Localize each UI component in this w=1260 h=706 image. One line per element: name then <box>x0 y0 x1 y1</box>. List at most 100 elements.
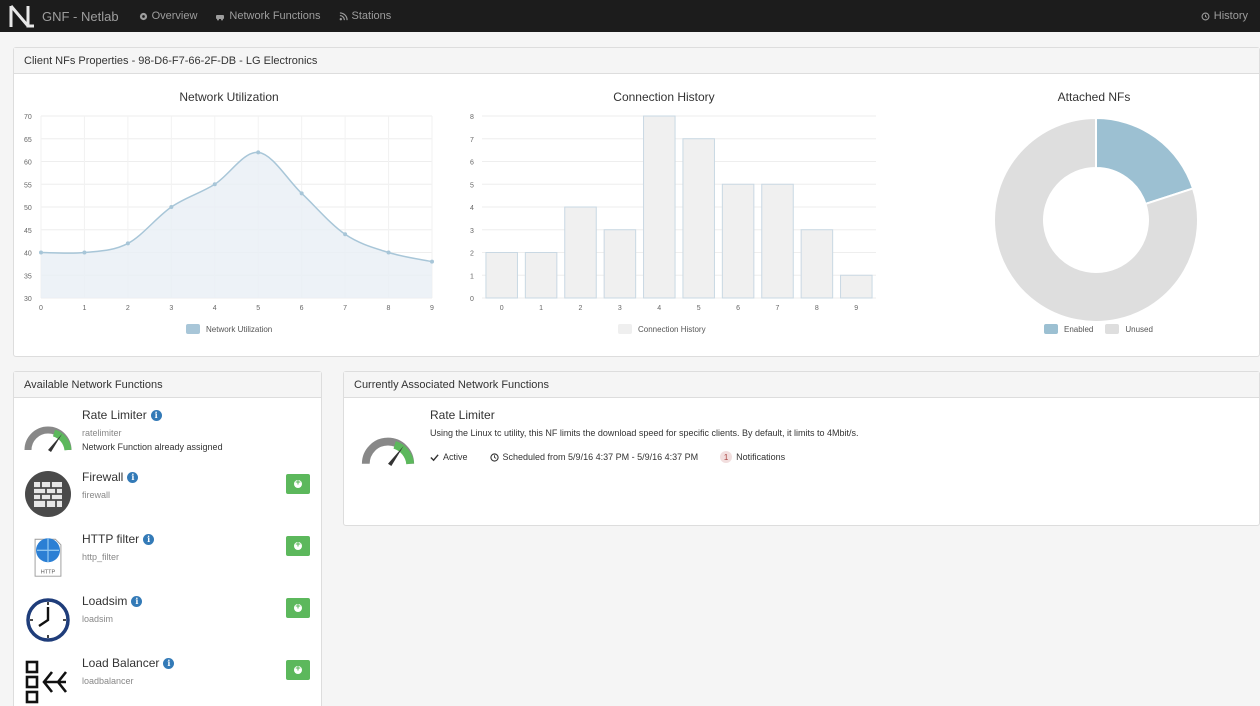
nf-name-firewall-label: Firewall <box>82 470 124 484</box>
nf-item-loadsim: Loadsim i loadsim <box>14 588 323 650</box>
nav-network-functions[interactable]: Network Functions <box>215 10 321 22</box>
client-properties-panel: Client NFs Properties - 98-D6-F7-66-2F-D… <box>13 47 1260 357</box>
x-tick-label: 7 <box>776 305 780 312</box>
http-badge: HTTP <box>41 569 56 575</box>
info-icon[interactable]: i <box>131 595 143 607</box>
legend-label-connection-history: Connection History <box>638 324 706 334</box>
y-tick-label: 4 <box>470 205 474 212</box>
y-tick-label: 30 <box>24 296 32 303</box>
status-label: Active <box>443 452 468 462</box>
nav-stations-label: Stations <box>351 10 392 22</box>
data-point <box>212 182 217 187</box>
nf-id-rate-limiter: ratelimiter <box>82 428 122 438</box>
data-point <box>343 232 348 237</box>
slice-enabled <box>1095 116 1195 206</box>
nf-item-rate-limiter: Rate Limiter i ratelimiter Network Funct… <box>14 402 323 464</box>
nf-name-rate-limiter[interactable]: Rate Limiter i <box>82 408 162 422</box>
top-navbar: GNF - Netlab Overview Network Functions … <box>0 0 1260 32</box>
y-tick-label: 50 <box>24 205 32 212</box>
firewall-icon <box>25 471 71 517</box>
y-tick-label: 0 <box>470 296 474 303</box>
nf-name-rate-limiter-label: Rate Limiter <box>82 408 147 422</box>
y-tick-label: 2 <box>470 251 474 258</box>
associated-nfs-panel: Currently Associated Network Functions R… <box>343 371 1260 526</box>
nav-overview-label: Overview <box>151 10 198 22</box>
legend-swatch-unused <box>1105 324 1120 334</box>
plus-circle-icon <box>294 601 302 612</box>
available-nfs-heading: Available Network Functions <box>14 372 321 398</box>
nf-id-load-balancer: loadbalancer <box>82 676 134 686</box>
area-fill <box>41 152 432 298</box>
y-tick-label: 35 <box>24 273 32 280</box>
nf-note-rate-limiter: Network Function already assigned <box>82 442 223 452</box>
history-label: History <box>1213 10 1248 22</box>
nf-name-http-filter-label: HTTP filter <box>82 532 140 546</box>
associated-nf-description: Using the Linux tc utility, this NF limi… <box>430 428 859 438</box>
gauge-icon <box>361 437 415 466</box>
nf-name-load-balancer[interactable]: Load Balancer i <box>82 656 175 670</box>
y-tick-label: 45 <box>24 228 32 235</box>
info-icon[interactable]: i <box>127 471 139 483</box>
bar-7 <box>761 183 794 299</box>
notifications-label: Notifications <box>736 452 786 462</box>
attached-nfs-legend[interactable]: Enabled Unused <box>1044 324 1153 334</box>
legend-label-enabled: Enabled <box>1064 324 1094 334</box>
connection-history-legend[interactable]: Connection History <box>618 324 706 334</box>
data-point <box>430 259 434 264</box>
y-tick-label: 1 <box>470 273 474 280</box>
x-tick-label: 0 <box>39 305 43 312</box>
attached-nfs-title: Attached NFs <box>1057 90 1131 104</box>
x-tick-label: 9 <box>854 305 858 312</box>
notifications-link[interactable]: 1 Notifications <box>720 451 785 463</box>
rss-icon <box>339 11 348 20</box>
nav-stations[interactable]: Stations <box>339 10 392 22</box>
info-icon[interactable]: i <box>150 409 162 421</box>
app-title: GNF - Netlab <box>42 8 119 24</box>
load-balancer-icon <box>25 660 68 704</box>
nf-name-http-filter[interactable]: HTTP filter i <box>82 532 155 546</box>
info-icon[interactable]: i <box>163 657 175 669</box>
network-utilization-title: Network Utilization <box>179 90 279 104</box>
x-tick-label: 8 <box>815 305 819 312</box>
bar-3 <box>603 229 637 299</box>
nf-id-http-filter: http_filter <box>82 552 120 562</box>
nf-item-firewall: Firewall i firewall <box>14 464 323 526</box>
x-tick-label: 6 <box>300 305 304 312</box>
info-icon[interactable]: i <box>143 533 155 545</box>
add-http-filter-button[interactable] <box>286 536 310 556</box>
bar-2 <box>564 206 597 299</box>
add-load-balancer-button[interactable] <box>286 660 310 680</box>
x-tick-label: 5 <box>697 305 701 312</box>
add-loadsim-button[interactable] <box>286 598 310 618</box>
netlab-logo-icon <box>9 5 34 28</box>
plus-circle-icon <box>294 539 302 550</box>
y-tick-label: 65 <box>24 137 32 144</box>
notifications-count-badge: 1 <box>720 451 733 463</box>
brand[interactable]: GNF - Netlab <box>8 3 119 29</box>
y-tick-label: 7 <box>470 137 474 144</box>
associated-nf-name: Rate Limiter <box>430 408 495 422</box>
x-tick-label: 7 <box>343 305 347 312</box>
legend-swatch-network-utilization <box>186 324 200 334</box>
legend-swatch-enabled <box>1044 324 1058 334</box>
nav-overview[interactable]: Overview <box>139 10 198 22</box>
history-link[interactable]: History <box>1201 10 1248 22</box>
y-tick-label: 55 <box>24 182 32 189</box>
nf-item-load-balancer: Load Balancer i loadbalancer <box>14 650 323 706</box>
y-tick-label: 8 <box>470 114 474 121</box>
nav-network-functions-label: Network Functions <box>229 10 321 22</box>
nf-name-loadsim[interactable]: Loadsim i <box>82 594 143 608</box>
legend-label-network-utilization: Network Utilization <box>206 324 273 334</box>
nf-item-http-filter: HTTP HTTP filter i http_filter <box>14 526 323 588</box>
client-properties-heading: Client NFs Properties - 98-D6-F7-66-2F-D… <box>14 48 1259 74</box>
dashboard-icon <box>139 12 147 20</box>
plus-circle-icon <box>294 477 302 488</box>
nf-name-firewall[interactable]: Firewall i <box>82 470 139 484</box>
add-firewall-button[interactable] <box>286 474 310 494</box>
network-utilization-legend[interactable]: Network Utilization <box>186 324 272 334</box>
data-point <box>82 250 87 255</box>
bar-8 <box>800 229 834 299</box>
nf-id-loadsim: loadsim <box>82 614 114 624</box>
x-tick-label: 0 <box>500 305 504 312</box>
bar-4 <box>643 115 676 299</box>
